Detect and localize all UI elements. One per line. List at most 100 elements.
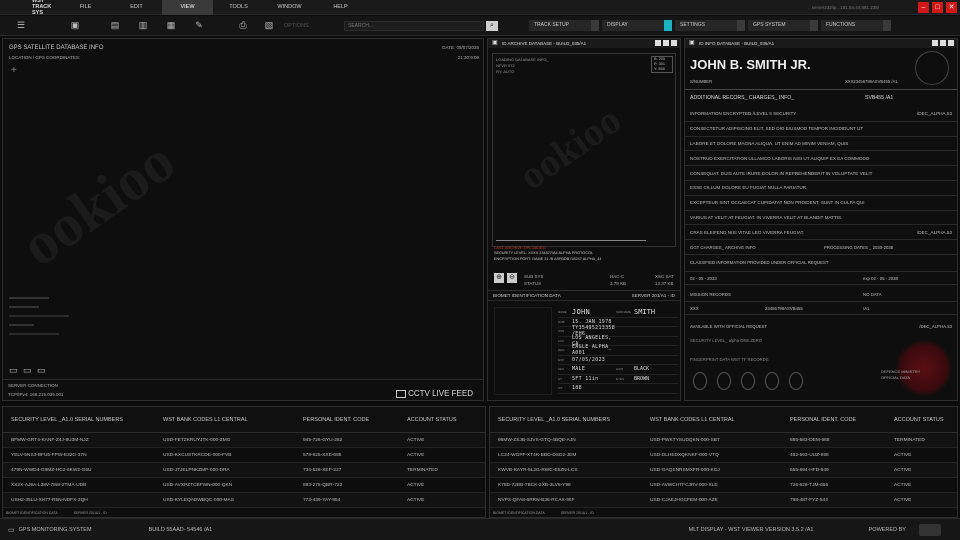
table-header: SECURITY LEVEL _A1.0 SERIAL NUMBERS WST B… [490,407,957,433]
xsc-label: XSC SAT [655,274,674,279]
panel-minimize-icon[interactable] [932,40,938,46]
zoom-in-button[interactable]: ⊕ [494,273,504,283]
info-row: LABORE ET DOLORE MAGNA ALIQUA. UT ENIM A… [685,137,957,152]
record-icon[interactable]: ▭ [37,365,46,376]
menu-tools[interactable]: TOOLS [213,0,264,15]
info-row-text: LABORE ET DOLORE MAGNA ALIQUA. UT ENIM A… [690,140,849,146]
maximize-button[interactable]: □ [932,1,943,13]
readout-line: Y: 558 [654,67,665,71]
biomet-value: 188 [572,385,582,392]
list-icon[interactable]: ☰ [14,19,28,33]
panel-close-icon[interactable] [948,40,954,46]
processing-dates: PROCESSING DATES _ 2030-2038 [824,245,894,250]
panel-maximize-icon[interactable] [663,40,669,46]
nodata-label: NO DATA [863,291,882,297]
biomet-row: SEX MALE HAIR BLACK [558,365,678,375]
toolbar-button-gps-system[interactable]: GPS SYSTEM [748,20,818,31]
table-row[interactable]: XX2X-AJ9A-L38V-79W-2TMA-UDB USD-AVXPZTCBF… [3,478,485,493]
crosshair-icon: + [11,65,17,76]
toolbar-button-settings[interactable]: SETTINGS [675,20,745,31]
table-cell: 579-825-XXE-685 [303,452,342,458]
table-row[interactable]: NVPS-QFA8-6RRN-B36-RCAX-96F USD-CJAEJHGCF… [490,493,957,508]
table-cell: K78D-72BB-7BCK-2XB-3LV8-Y98 [498,482,571,488]
edit-icon[interactable]: ✎ [192,19,206,33]
mission-label: MISSION RECORDS [690,291,731,297]
biomet-key: REG [558,348,565,353]
biomet-value: 5FT 11in [572,375,599,382]
gps-title: GPS SATELLITE DATABASE INFO [9,45,104,51]
toolbar-button-label: SETTINGS [680,22,706,28]
biomet-value: EAGLE ALPHA_ A001 [572,344,612,357]
panel-minimize-icon[interactable] [655,40,661,46]
fingerprint-icon [741,372,755,390]
panel-close-icon[interactable] [671,40,677,46]
table-cell: ACTIVE [407,437,425,443]
menu-help[interactable]: HELP [315,0,366,15]
zoom-in-icon: ⊕ [496,274,502,281]
table-cell: ACTIVE [894,482,912,488]
document-icon[interactable]: ▦ [164,19,178,33]
panel-maximize-icon[interactable] [940,40,946,46]
info-row-text: VARIUS AT VELIT AT FEUGIAT. IN VIVERRA V… [690,214,843,220]
table-row[interactable]: 96MW-ZSJB-SJVS-GTQ-4BQE-AJN USD-PWKTYSUDQ… [490,433,957,448]
info-panel: ▣ ID INFO DATABASE - BUILD_036/A1 JOHN B… [684,38,958,401]
info-row-code: /DEC_ALPHA.53 [917,229,952,235]
table-cell: LC24-WGPF-XT4K-BDD-DSD2-JEM [498,452,577,458]
table-cell: USD-JTJELPNKZMP-000-DRA [163,467,230,473]
snum-label: S/NUMBER [690,79,713,84]
minimize-button[interactable]: – [918,1,929,13]
close-button[interactable]: ✕ [946,1,957,13]
biomet-server: SERVER 201/A1 - ID [631,293,675,298]
search-button[interactable]: ⌕ [486,20,498,31]
watermark: ookioo [9,127,187,279]
server-ip: TCP/IPv4: 168.215.035.001 [8,392,64,397]
zoom-out-button[interactable]: ⊖ [507,273,517,283]
toolbar-button-functions[interactable]: FUNCTIONS [821,20,891,31]
fingerprints [693,372,803,390]
status-label: STATUS [524,281,542,286]
copy-icon[interactable]: ▥ [136,19,150,33]
save-icon[interactable]: ▣ [68,19,82,33]
log-lines [9,297,129,347]
table-row[interactable]: LC24-WGPF-XT4K-BDD-DSD2-JEM USD-DLHEDXQKN… [490,448,957,463]
table-row[interactable]: YELV-5NS3-BFU5-FPW-E32G-37N USD-KXCUSTKRC… [3,448,485,463]
table-cell: YELV-5NS3-BFU5-FPW-E32G-37N [11,452,87,458]
toolbar-button-display[interactable]: DISPLAY [602,20,672,31]
fingerprint-icon [693,372,707,390]
column-header: ACCOUNT STATUS [407,416,457,423]
toolbar-button-track-setup[interactable]: TRACK SETUP [529,20,599,31]
biomet-key: SEX [558,367,565,372]
file-icon[interactable]: ▤ [108,19,122,33]
info-row: CRAS ELEIFEND NISI VITAE LEO VIVERRA FEU… [685,225,957,241]
subsys-label: SUB SYS [524,274,544,279]
biomet-key: HT [558,376,562,381]
table-row[interactable]: BFMW-GRT4-KANF-Z4J-8U3M-NJZ USD-FETZKRUYJ… [3,433,485,448]
search-input[interactable] [344,20,484,31]
zoom-out-icon: ⊖ [509,274,515,281]
menu-edit[interactable]: EDIT [111,0,162,15]
info-row: NOSTRUD EXERCITATION ULLAMCO LABORIS NIS… [685,151,957,167]
camera-icon[interactable]: ▭ [23,365,32,376]
fingerprint-label: FINGERPRINT DATA WST TF RECORDS [690,357,769,362]
menu-window[interactable]: WINDOW [264,0,315,15]
table-row[interactable]: K78D-72BB-7BCK-2XB-3LV8-Y98 USD-AVWCHTFCJ… [490,478,957,493]
menu-bar: WST TRACK SYS FILE EDIT VIEW TOOLS WINDOW HEL… [0,0,960,16]
menu-file[interactable]: FILE [60,0,111,15]
gps-time: 21:30:9:09 [457,55,479,60]
table-row[interactable]: 479N-WWD4-G9MZ-HC2-6KW2-G6U USD-JTJELPNKZ… [3,463,485,478]
menu-view[interactable]: VIEW [162,0,213,15]
toggle-indicator [883,20,891,31]
biomet-row: NAME JOHN SURNAME SMITH [558,308,678,318]
cctv-feed-label: CCTV LIVE FEED [408,389,473,398]
table-cell: USD-DLHEDXQKNKF-000-VTQ [650,452,719,458]
monitor-icon[interactable]: ▭ [9,365,18,376]
table-cell: 886-683-DEM-668 [790,437,830,443]
status-bar: ▭ GPS MONITORING SYSTEM BUILD 55AAD- 545… [0,518,960,540]
print-icon[interactable]: ⎙ [236,19,250,33]
grid-icon[interactable]: ▧ [262,19,276,33]
table-cell: 773-439-YAY-954 [303,497,341,503]
minimize-icon: – [921,3,926,11]
server-address: ...server232/ip...181.54.44.681.235/ [808,4,880,10]
table-row[interactable]: KWVB-KAYR-5L2G-RWC-E5ZN-LCS USD-GAQSNRSMX… [490,463,957,478]
table-row[interactable]: USH2-35LU-XH77-R5N-NDFX-2QH USD-KYLEQADWB… [3,493,485,508]
